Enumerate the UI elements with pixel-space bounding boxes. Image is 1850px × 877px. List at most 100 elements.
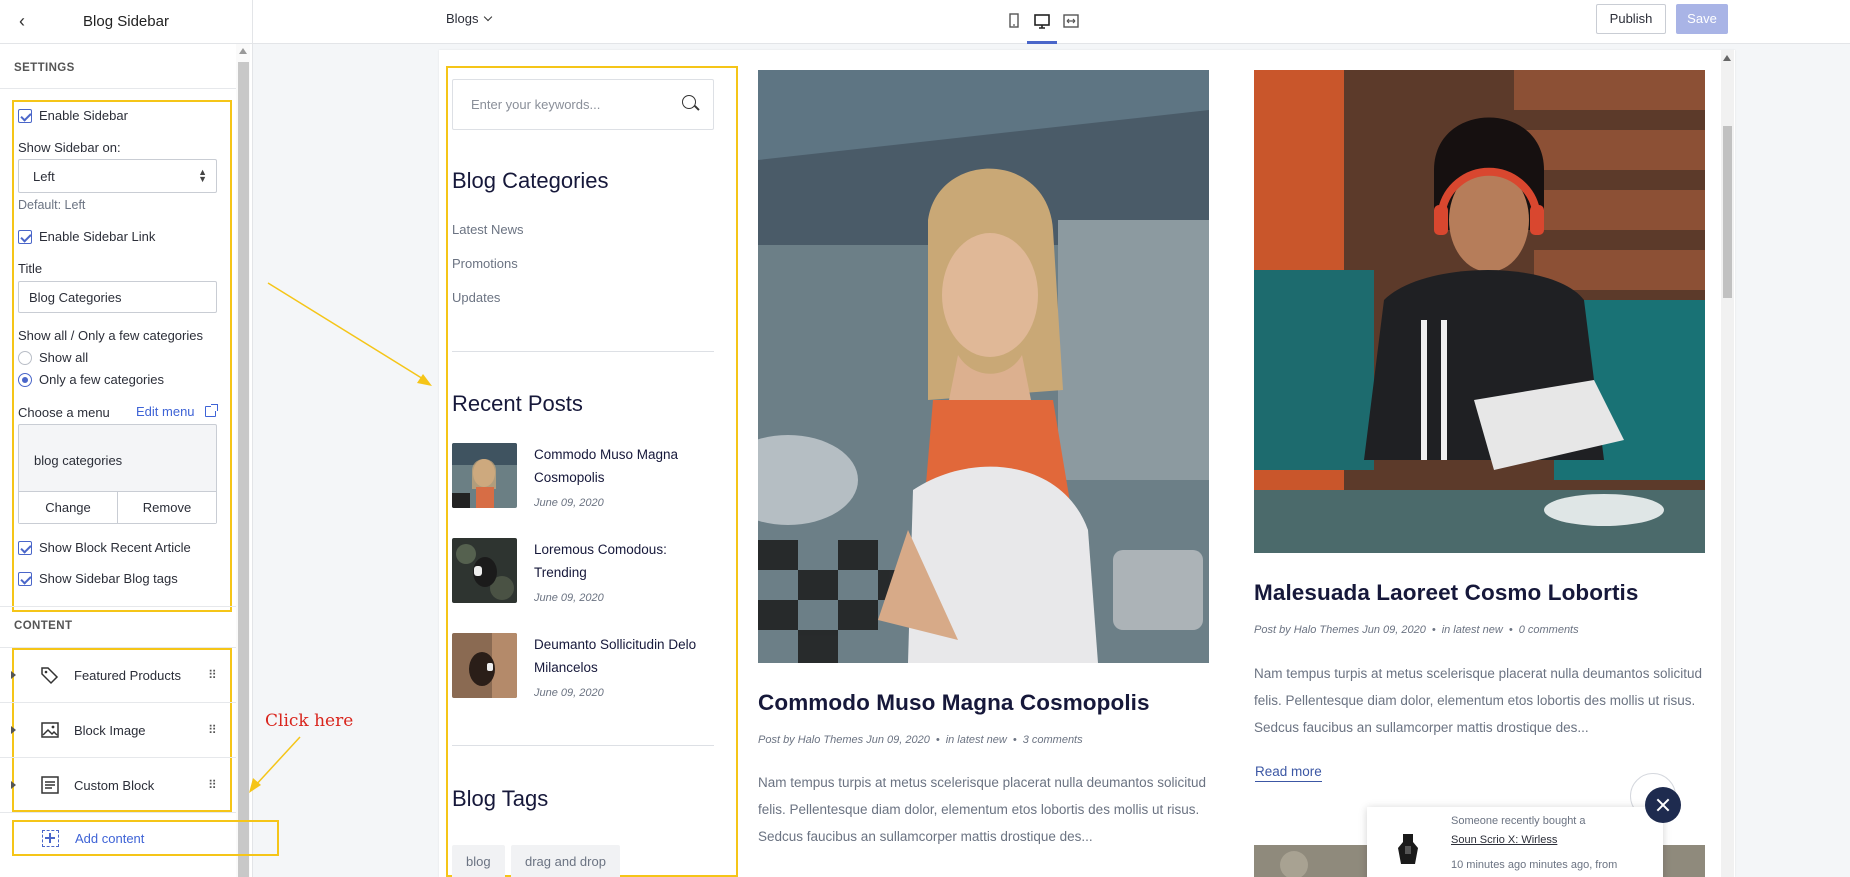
popup-line: Someone recently bought a bbox=[1451, 815, 1586, 827]
add-plus-icon bbox=[42, 830, 59, 847]
edit-menu-label: Edit menu bbox=[136, 404, 195, 419]
blog-tag[interactable]: blog bbox=[452, 845, 505, 877]
enable-sidebar-checkbox[interactable]: Enable Sidebar bbox=[18, 108, 128, 123]
post-thumbnail bbox=[452, 538, 517, 603]
recent-posts-heading: Recent Posts bbox=[452, 391, 583, 416]
recent-purchase-popup[interactable]: Someone recently bought a Soun Scrio X: … bbox=[1367, 807, 1663, 877]
scroll-up-icon[interactable] bbox=[239, 48, 247, 54]
category-link[interactable]: Latest News bbox=[452, 222, 524, 237]
article-category[interactable]: in latest new bbox=[1442, 624, 1503, 636]
recent-post-title[interactable]: Deumanto Sollicitudin Delo Milancelos bbox=[534, 633, 714, 679]
checkbox-label: Show Sidebar Blog tags bbox=[39, 571, 178, 586]
popup-product-link[interactable]: Soun Scrio X: Wirless bbox=[1451, 834, 1557, 846]
checkbox-checked-icon bbox=[18, 540, 32, 555]
article-title[interactable]: Commodo Muso Magna Cosmopolis bbox=[758, 690, 1150, 716]
drag-handle-icon[interactable]: ⠿ bbox=[208, 779, 217, 791]
meta-dot: • bbox=[935, 734, 940, 746]
edit-menu-link[interactable]: Edit menu bbox=[136, 404, 218, 419]
recent-post[interactable]: Loremous Comodous: Trending June 09, 202… bbox=[452, 538, 714, 618]
blog-tag[interactable]: drag and drop bbox=[511, 845, 620, 877]
category-link[interactable]: Updates bbox=[452, 290, 500, 305]
meta-dot: • bbox=[1508, 624, 1513, 636]
annotation-arrow bbox=[253, 736, 301, 788]
expand-arrow-icon[interactable] bbox=[11, 671, 16, 679]
few-categories-radio[interactable]: Only a few categories bbox=[18, 372, 164, 387]
mobile-view-icon[interactable] bbox=[1004, 11, 1024, 31]
read-more-link[interactable]: Read more bbox=[1255, 763, 1322, 782]
article-meta: Post by Halo Themes Jun 09, 2020 • in late… bbox=[758, 734, 1089, 746]
active-view-indicator bbox=[1027, 41, 1057, 44]
show-recent-article-checkbox[interactable]: Show Block Recent Article bbox=[18, 540, 191, 555]
drag-handle-icon[interactable]: ⠿ bbox=[208, 724, 217, 736]
publish-button[interactable]: Publish bbox=[1596, 4, 1666, 34]
close-icon[interactable] bbox=[1645, 787, 1681, 823]
article-excerpt: Nam tempus turpis at metus scelerisque p… bbox=[758, 775, 1206, 844]
tag-icon bbox=[41, 667, 59, 685]
expand-arrow-icon[interactable] bbox=[11, 781, 16, 789]
divider bbox=[452, 351, 714, 352]
sidebar-position-select[interactable]: Left ▲ ▼ bbox=[18, 159, 217, 193]
checkbox-label: Enable Sidebar Link bbox=[39, 229, 156, 244]
add-content-button[interactable]: Add content bbox=[12, 820, 279, 856]
recent-post-title[interactable]: Commodo Muso Magna Cosmopolis bbox=[534, 443, 714, 489]
expand-arrow-icon[interactable] bbox=[11, 726, 16, 734]
save-button[interactable]: Save bbox=[1676, 4, 1728, 34]
radio-selected-icon bbox=[18, 372, 32, 387]
back-arrow-icon[interactable]: ‹ bbox=[12, 11, 32, 31]
recent-post[interactable]: Commodo Muso Magna Cosmopolis June 09, 2… bbox=[452, 443, 714, 523]
default-hint: Default: Left bbox=[18, 198, 86, 212]
article-comments[interactable]: 3 comments bbox=[1023, 734, 1083, 746]
desktop-view-icon[interactable] bbox=[1032, 11, 1052, 31]
article-comments[interactable]: 0 comments bbox=[1519, 624, 1579, 636]
theme-editor: ‹ Blog Sidebar SETTINGS Enable Sidebar S… bbox=[0, 0, 1850, 877]
select-caret-icon: ▲ ▼ bbox=[198, 167, 207, 184]
categories-heading: Blog Categories bbox=[452, 168, 609, 193]
article-excerpt: Nam tempus turpis at metus scelerisque p… bbox=[1254, 666, 1702, 735]
recent-post-date: June 09, 2020 bbox=[534, 497, 604, 509]
preview-scrollbar[interactable] bbox=[1721, 50, 1734, 877]
page-select-dropdown[interactable]: Blogs bbox=[446, 11, 492, 26]
search-icon[interactable] bbox=[682, 95, 696, 109]
recent-post[interactable]: Deumanto Sollicitudin Delo Milancelos Ju… bbox=[452, 633, 714, 713]
enable-sidebar-link-checkbox[interactable]: Enable Sidebar Link bbox=[18, 229, 155, 244]
article-image[interactable] bbox=[758, 70, 1209, 663]
settings-heading: SETTINGS bbox=[14, 62, 75, 74]
checkbox-checked-icon bbox=[18, 571, 32, 586]
content-item-custom-block[interactable]: Custom Block ⠿ bbox=[0, 758, 236, 813]
category-link[interactable]: Promotions bbox=[452, 256, 518, 271]
content-item-featured-products[interactable]: Featured Products ⠿ bbox=[0, 648, 236, 703]
panel-title: Blog Sidebar bbox=[83, 13, 169, 30]
choose-menu-label: Choose a menu bbox=[18, 405, 110, 420]
scrollbar-thumb[interactable] bbox=[1723, 126, 1732, 298]
settings-panel: ‹ Blog Sidebar SETTINGS Enable Sidebar S… bbox=[0, 0, 253, 877]
article-category[interactable]: in latest new bbox=[946, 734, 1007, 746]
title-input[interactable]: Blog Categories bbox=[18, 281, 217, 313]
blog-search-box[interactable]: Enter your keywords... bbox=[452, 79, 714, 130]
content-item-block-image[interactable]: Block Image ⠿ bbox=[0, 703, 236, 758]
text-block-icon bbox=[41, 776, 59, 794]
fullscreen-view-icon[interactable] bbox=[1061, 11, 1081, 31]
radio-label: Only a few categories bbox=[39, 372, 165, 387]
change-button[interactable]: Change bbox=[19, 492, 117, 523]
remove-button[interactable]: Remove bbox=[117, 492, 216, 523]
article-image[interactable] bbox=[1254, 70, 1705, 553]
scrollbar-thumb[interactable] bbox=[238, 62, 249, 877]
title-label: Title bbox=[18, 261, 43, 276]
image-icon bbox=[41, 722, 59, 738]
content-heading: CONTENT bbox=[14, 620, 73, 632]
scroll-up-icon[interactable] bbox=[1723, 55, 1731, 61]
search-placeholder: Enter your keywords... bbox=[471, 97, 601, 112]
show-all-radio[interactable]: Show all bbox=[18, 350, 88, 365]
article-meta: Post by Halo Themes Jun 09, 2020 • in late… bbox=[1254, 624, 1585, 636]
panel-header: ‹ Blog Sidebar bbox=[0, 0, 252, 44]
recent-post-date: June 09, 2020 bbox=[534, 687, 604, 699]
article-title[interactable]: Malesuada Laoreet Cosmo Lobortis bbox=[1254, 580, 1639, 606]
divider bbox=[0, 88, 236, 89]
product-thumbnail bbox=[1398, 834, 1418, 864]
recent-post-date: June 09, 2020 bbox=[534, 592, 604, 604]
blog-tags-heading: Blog Tags bbox=[452, 786, 549, 811]
show-tags-checkbox[interactable]: Show Sidebar Blog tags bbox=[18, 571, 178, 586]
panel-scrollbar[interactable] bbox=[236, 44, 250, 877]
recent-post-title[interactable]: Loremous Comodous: Trending bbox=[534, 538, 714, 584]
drag-handle-icon[interactable]: ⠿ bbox=[208, 669, 217, 681]
